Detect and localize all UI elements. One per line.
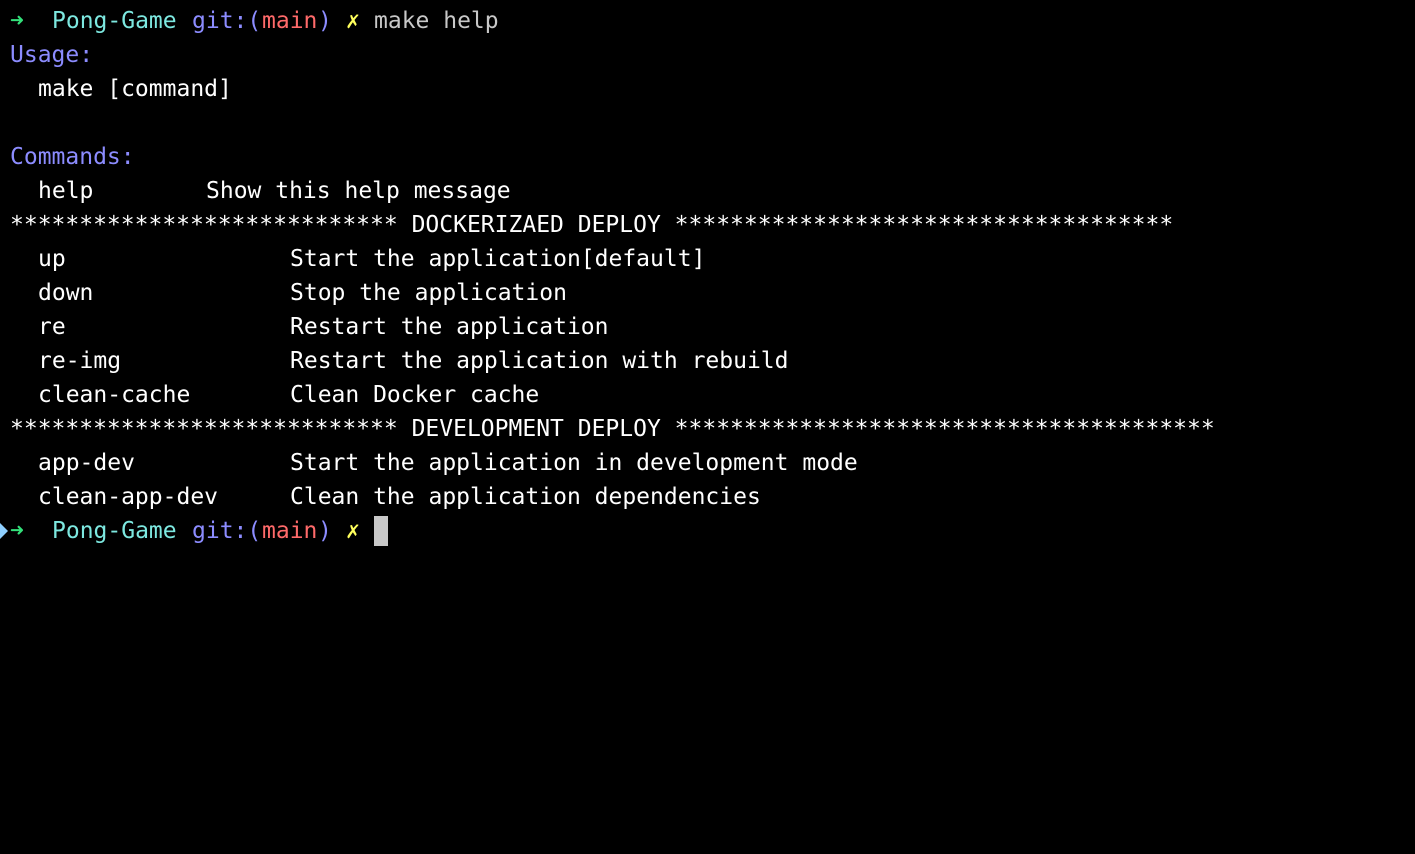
right-arrow-icon: ➜ <box>10 8 24 34</box>
command-row: down Stop the application <box>0 276 567 310</box>
usage-heading-line: Usage: <box>0 38 93 72</box>
commands-heading-line: Commands: <box>0 140 135 174</box>
usage-heading: Usage: <box>10 42 94 68</box>
command-description: Start the application[default] <box>290 246 706 272</box>
command-description: Stop the application <box>290 280 567 306</box>
command-description: Clean the application dependencies <box>290 484 761 510</box>
command-name: up <box>38 246 66 272</box>
typed-command: make help <box>374 8 499 34</box>
git-close: ) <box>318 8 332 34</box>
directory-name: Pong-Game <box>52 8 177 34</box>
triangle-right-icon <box>0 523 8 539</box>
command-name: help <box>38 178 94 204</box>
section-banner: **************************** DOCKERIZAED… <box>0 208 1173 242</box>
command-row: re-img Restart the application with rebu… <box>0 344 789 378</box>
command-row: clean-app-dev Clean the application depe… <box>0 480 761 514</box>
git-branch: main <box>262 518 318 544</box>
git-label: git:( <box>192 518 262 544</box>
command-row: up Start the application[default] <box>0 242 705 276</box>
section-banner: **************************** DEVELOPMENT… <box>0 412 1215 446</box>
command-description: Show this help message <box>206 178 511 204</box>
git-branch: main <box>262 8 318 34</box>
directory-name: Pong-Game <box>52 518 177 544</box>
command-row: app-dev Start the application in develop… <box>0 446 858 480</box>
commands-heading: Commands: <box>10 144 135 170</box>
command-description: Clean Docker cache <box>290 382 540 408</box>
text-cursor[interactable] <box>374 516 388 546</box>
command-name: app-dev <box>38 450 135 476</box>
prompt-line: ➜ Pong-Game git:( main ) ✗ make help <box>0 4 499 38</box>
section-banner-text: **************************** DOCKERIZAED… <box>10 212 1174 238</box>
command-description: Start the application in development mod… <box>290 450 858 476</box>
command-description: Restart the application with rebuild <box>290 348 789 374</box>
x-mark-icon: ✗ <box>346 518 360 544</box>
command-row: re Restart the application <box>0 310 609 344</box>
usage-syntax: make [command] <box>38 76 232 102</box>
terminal-window[interactable]: ➜ Pong-Game git:( main ) ✗ make help Usa… <box>0 0 1415 723</box>
usage-syntax-line: make [command] <box>0 72 232 106</box>
command-name: re <box>38 314 66 340</box>
git-close: ) <box>318 518 332 544</box>
prompt-line: ➜ Pong-Game git:( main ) ✗ <box>0 514 388 548</box>
command-name: down <box>38 280 94 306</box>
section-banner-text: **************************** DEVELOPMENT… <box>10 416 1215 442</box>
command-description: Restart the application <box>290 314 609 340</box>
x-mark-icon: ✗ <box>346 8 360 34</box>
git-label: git:( <box>192 8 262 34</box>
command-name: clean-app-dev <box>38 484 219 510</box>
right-arrow-icon: ➜ <box>10 518 24 544</box>
command-name: re-img <box>38 348 122 374</box>
command-name: clean-cache <box>38 382 191 408</box>
command-row: help Show this help message <box>0 174 511 208</box>
command-row: clean-cache Clean Docker cache <box>0 378 539 412</box>
